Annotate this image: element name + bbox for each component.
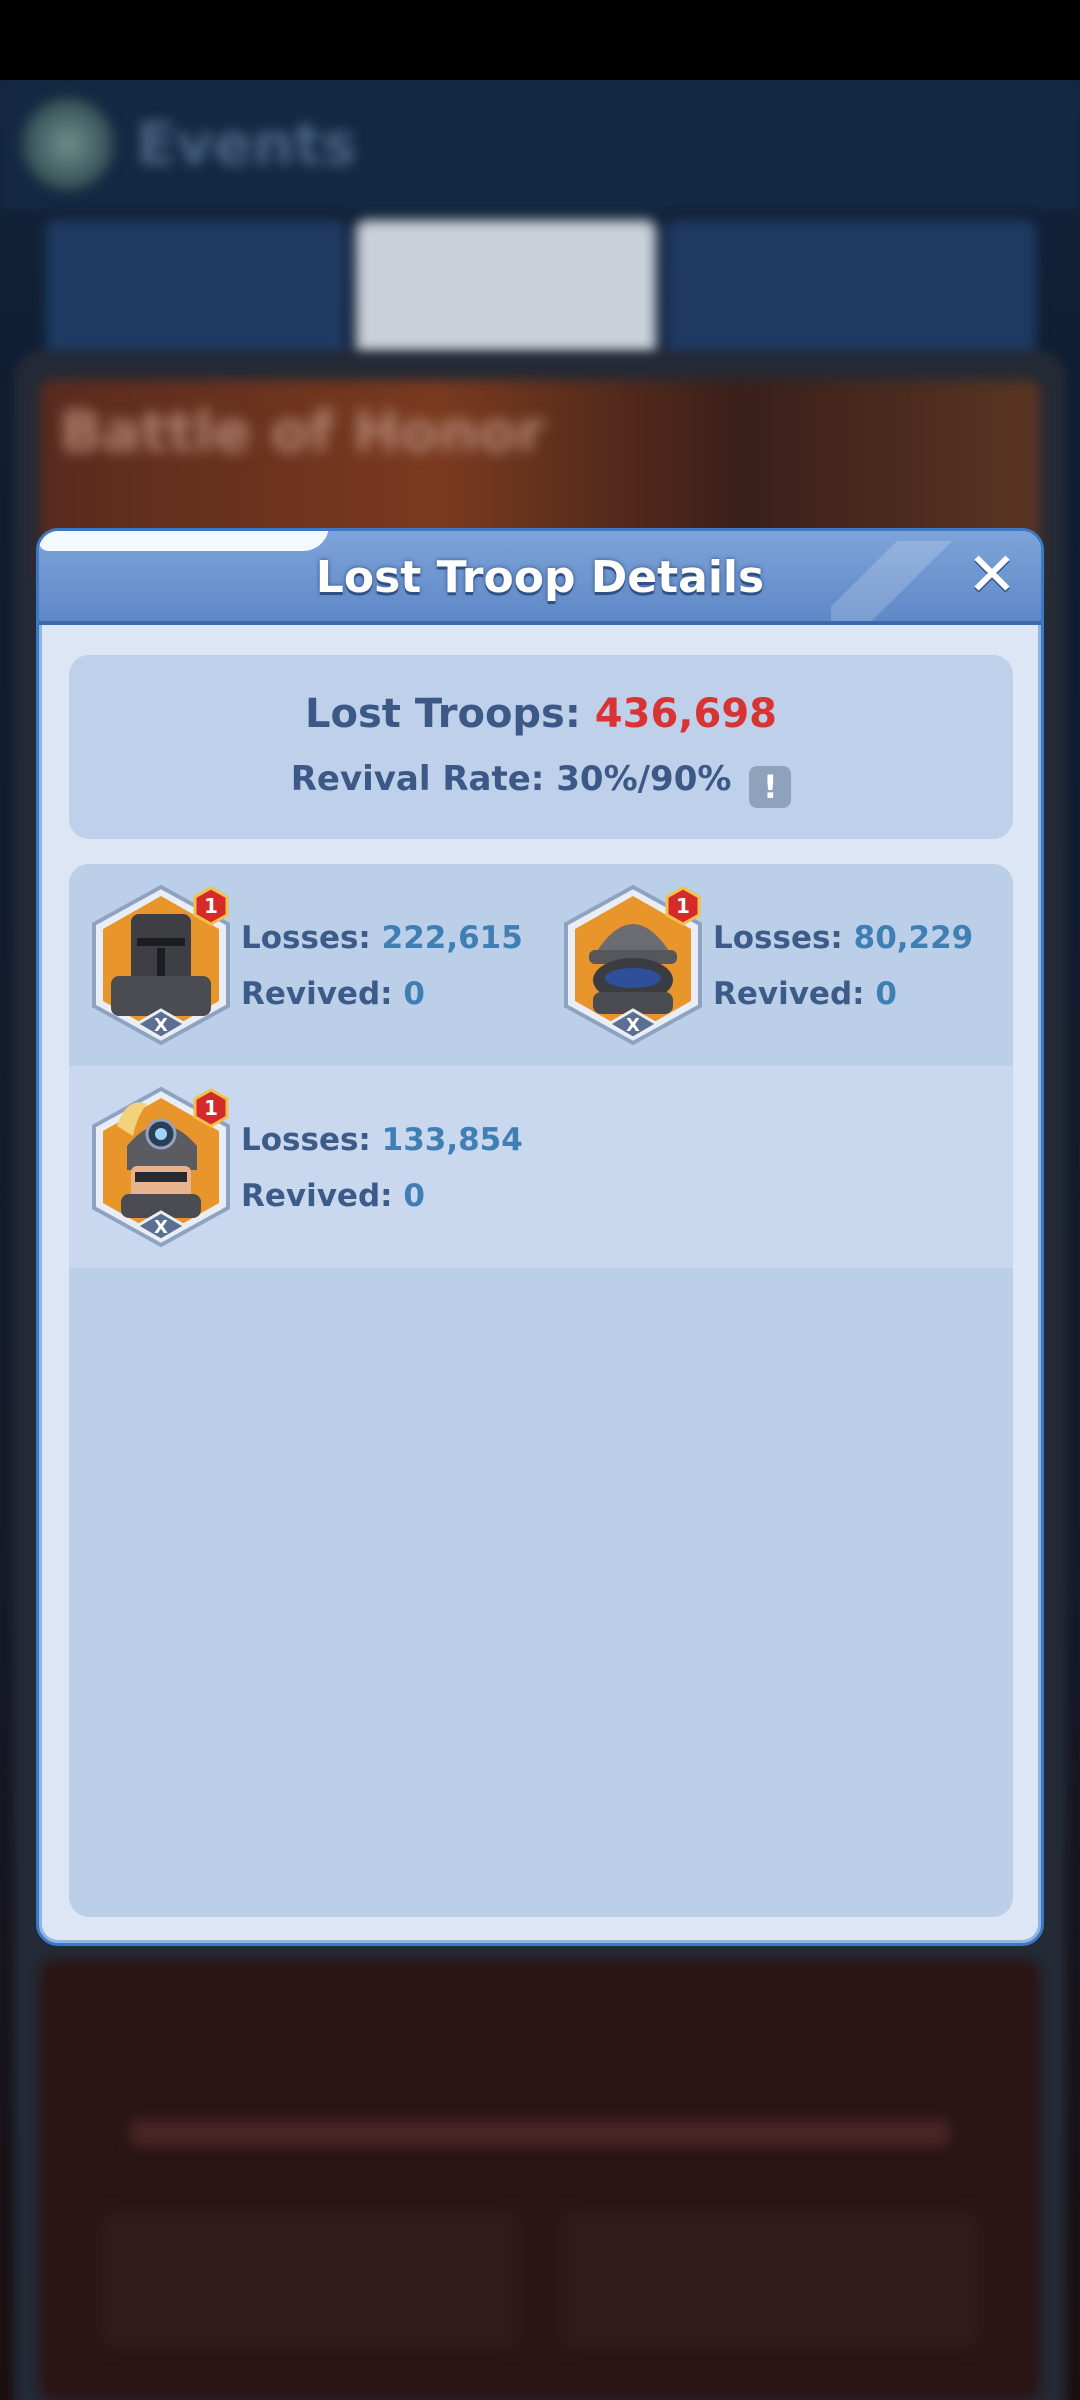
troop-tier: X xyxy=(626,1015,640,1036)
background-text-line xyxy=(130,2120,950,2146)
troop-level: 1 xyxy=(204,894,218,918)
losses-value: 133,854 xyxy=(381,1122,523,1158)
background-avatar xyxy=(22,98,114,190)
losses-line: Losses: 133,854 xyxy=(241,1122,523,1178)
background-button xyxy=(560,2210,980,2350)
troop-tier: X xyxy=(154,1217,168,1238)
troop-portrait: X 1 xyxy=(87,884,235,1046)
revived-value: 0 xyxy=(403,1178,425,1214)
troop-item-armored-knight[interactable]: X 1 Losses: 222,615 Revived: 0 xyxy=(69,884,539,1046)
lost-troop-details-dialog: Lost Troop Details ✕ Lost Troops: 436,69… xyxy=(36,528,1044,1946)
troop-item-goggle-soldier[interactable]: X 1 Losses: 133,854 Revived: 0 xyxy=(69,1086,539,1248)
troop-level: 1 xyxy=(204,1096,218,1120)
troop-portrait: X 1 xyxy=(87,1086,235,1248)
status-bar xyxy=(0,0,1080,80)
revived-line: Revived: 0 xyxy=(241,1178,523,1234)
revived-line: Revived: 0 xyxy=(713,976,973,1032)
revived-label: Revived: xyxy=(241,1178,393,1214)
troop-tier: X xyxy=(154,1015,168,1036)
info-icon[interactable]: ! xyxy=(749,766,792,808)
revived-label: Revived: xyxy=(241,976,393,1012)
revived-value: 0 xyxy=(403,976,425,1012)
revived-label: Revived: xyxy=(713,976,865,1012)
revival-rate-line: Revival Rate: 30%/90% ! xyxy=(69,759,1013,808)
helmet-soldier-icon: X 1 xyxy=(564,884,702,1046)
summary-panel: Lost Troops: 436,698 Revival Rate: 30%/9… xyxy=(69,655,1013,839)
troop-stats: Losses: 133,854 Revived: 0 xyxy=(241,1122,523,1234)
lost-troops-value: 436,698 xyxy=(594,691,777,737)
troop-portrait: X 1 xyxy=(559,884,707,1046)
troop-stats: Losses: 222,615 Revived: 0 xyxy=(241,920,523,1032)
lost-troops-line: Lost Troops: 436,698 xyxy=(69,691,1013,737)
revival-rate-value: 30%/90% xyxy=(556,759,732,799)
losses-line: Losses: 222,615 xyxy=(241,920,523,976)
background-banner-title: Battle of Honor xyxy=(60,400,545,465)
troop-row: X 1 Losses: 133,854 Revived: 0 xyxy=(69,1066,1013,1268)
goggle-soldier-icon: X 1 xyxy=(92,1086,230,1248)
revived-line: Revived: 0 xyxy=(241,976,523,1032)
background-title: Events xyxy=(136,110,357,178)
losses-label: Losses: xyxy=(713,920,843,956)
troop-item-helmet-soldier[interactable]: X 1 Losses: 80,229 Revived: 0 xyxy=(541,884,1011,1046)
losses-label: Losses: xyxy=(241,920,371,956)
dialog-title: Lost Troop Details xyxy=(315,552,765,603)
troop-row: X 1 Losses: 222,615 Revived: 0 X 1 Losse… xyxy=(69,864,1013,1066)
troop-stats: Losses: 80,229 Revived: 0 xyxy=(713,920,973,1032)
armored-knight-icon: X 1 xyxy=(92,884,230,1046)
lost-troops-label: Lost Troops: xyxy=(305,691,581,737)
dialog-header: Lost Troop Details ✕ xyxy=(39,531,1041,625)
background-button xyxy=(100,2210,520,2350)
losses-value: 222,615 xyxy=(381,920,523,956)
revived-value: 0 xyxy=(875,976,897,1012)
troop-level: 1 xyxy=(676,894,690,918)
revival-rate-label: Revival Rate: xyxy=(290,759,545,799)
losses-label: Losses: xyxy=(241,1122,371,1158)
losses-line: Losses: 80,229 xyxy=(713,920,973,976)
close-icon[interactable]: ✕ xyxy=(961,545,1023,607)
losses-value: 80,229 xyxy=(853,920,974,956)
troop-list: X 1 Losses: 222,615 Revived: 0 X 1 Losse… xyxy=(69,864,1013,1917)
